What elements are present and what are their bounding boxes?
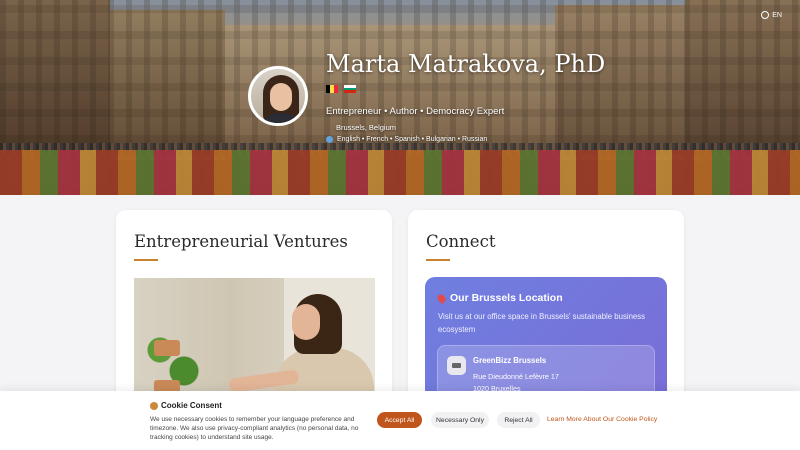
- cookie-banner: Cookie Consent We use necessary cookies …: [0, 391, 800, 450]
- globe-icon: [761, 11, 770, 19]
- cookie-policy-link[interactable]: Learn More About Our Cookie Policy: [547, 416, 657, 423]
- profile-tagline: Entrepreneur • Author • Democracy Expert: [326, 106, 505, 117]
- cookie-description: We use necessary cookies to remember you…: [150, 416, 359, 441]
- languages-label: English • French • Spanish • Bulgarian •…: [337, 136, 488, 143]
- hero-banner: EN Marta Matrakova, PhD Entrepreneur • A…: [0, 0, 800, 195]
- language-label: EN: [772, 11, 782, 19]
- title-divider: [426, 259, 450, 261]
- cookie-title: Cookie Consent: [150, 401, 222, 410]
- location-heading: Our Brussels Location: [435, 292, 563, 304]
- profile-location: Brussels, Belgium: [326, 123, 396, 132]
- globe-icon: [326, 136, 333, 143]
- location-heading-text: Our Brussels Location: [450, 292, 563, 304]
- belgium-flag-icon: [326, 85, 338, 93]
- necessary-only-button[interactable]: Necessary Only: [431, 412, 489, 428]
- language-selector[interactable]: EN: [761, 11, 782, 19]
- flag-list: [326, 85, 356, 94]
- ventures-title: Entrepreneurial Ventures: [134, 232, 348, 251]
- avatar: [248, 66, 308, 126]
- location-label: Brussels, Belgium: [336, 123, 397, 132]
- hero-overlay: [0, 0, 800, 195]
- location-description: Visit us at our office space in Brussels…: [438, 312, 646, 334]
- location-pin-icon: [326, 125, 332, 131]
- connect-title: Connect: [426, 232, 496, 251]
- map-pin-icon: [435, 292, 448, 304]
- accept-all-button[interactable]: Accept All: [377, 412, 422, 428]
- venue-address-line1: Rue Dieudonné Lefèvre 17: [473, 372, 559, 381]
- venue-logo-icon: [447, 356, 466, 375]
- profile-languages: English • French • Spanish • Bulgarian •…: [326, 136, 487, 143]
- reject-all-button[interactable]: Reject All: [497, 412, 540, 428]
- profile-name: Marta Matrakova, PhD: [326, 50, 606, 78]
- cookie-title-text: Cookie Consent: [161, 401, 222, 410]
- bulgaria-flag-icon: [344, 85, 356, 94]
- cookie-icon: [150, 401, 158, 410]
- title-divider: [134, 259, 158, 261]
- venue-name: GreenBizz Brussels: [473, 356, 547, 365]
